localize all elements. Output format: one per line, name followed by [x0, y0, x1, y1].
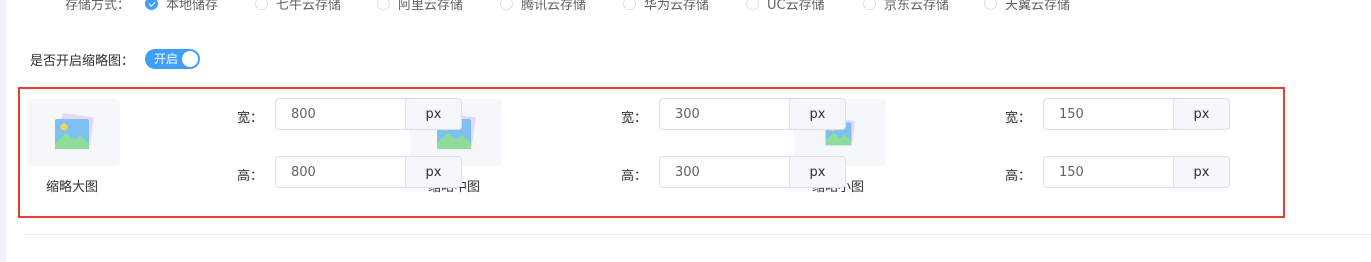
large-height-group: px [275, 156, 462, 188]
radio-icon [746, 0, 759, 10]
unit-suffix: px [789, 157, 845, 187]
thumbnail-enable-label: 是否开启缩略图： [30, 54, 135, 69]
radio-icon [984, 0, 997, 10]
switch-text: 开启 [154, 52, 179, 66]
medium-width-input[interactable] [660, 99, 789, 129]
small-width-input[interactable] [1044, 99, 1173, 129]
large-height-input[interactable] [276, 157, 405, 187]
radio-uc-storage[interactable]: UC云存储 [746, 0, 825, 13]
radio-qiniu-storage[interactable]: 七牛云存储 [255, 0, 341, 13]
radio-checked-icon [145, 0, 158, 10]
switch-knob [182, 51, 198, 67]
radio-label: UC云存储 [767, 0, 825, 13]
medium-height-label: 高： [621, 169, 648, 184]
small-height-group: px [1043, 156, 1230, 188]
unit-suffix: px [1173, 99, 1229, 129]
large-height-label: 高： [237, 169, 264, 184]
radio-icon [255, 0, 268, 10]
storage-method-row: 存储方式： 本地储存 七牛云存储 阿里云存储 腾讯云存储 华为云存储 UC云存储… [0, 0, 1371, 13]
section-divider [24, 234, 1371, 235]
large-width-input[interactable] [276, 99, 405, 129]
thumbnail-size-settings: 缩略大图 缩略中图 缩略小图 宽： px 高： px 宽： px 高： [18, 87, 1285, 218]
small-height-input[interactable] [1044, 157, 1173, 187]
large-width-group: px [275, 98, 462, 130]
radio-icon [377, 0, 390, 10]
radio-icon [500, 0, 513, 10]
radio-icon [623, 0, 636, 10]
unit-suffix: px [405, 157, 461, 187]
storage-method-label: 存储方式： [65, 0, 131, 13]
medium-width-group: px [659, 98, 846, 130]
large-width-label: 宽： [237, 111, 264, 126]
small-height-label: 高： [1005, 169, 1032, 184]
radio-huawei-storage[interactable]: 华为云存储 [623, 0, 709, 13]
unit-suffix: px [1173, 157, 1229, 187]
radio-label: 本地储存 [166, 0, 219, 13]
unit-suffix: px [405, 99, 461, 129]
medium-width-label: 宽： [621, 111, 648, 126]
left-edge [0, 0, 6, 262]
radio-jd-storage[interactable]: 京东云存储 [863, 0, 949, 13]
radio-label: 阿里云存储 [398, 0, 464, 13]
small-width-group: px [1043, 98, 1230, 130]
thumbnail-toggle-switch[interactable]: 开启 [145, 49, 200, 69]
radio-label: 七牛云存储 [276, 0, 342, 13]
radio-icon [863, 0, 876, 10]
small-width-label: 宽： [1005, 111, 1032, 126]
thumbnail-large-card[interactable] [28, 99, 120, 166]
radio-label: 天翼云存储 [1005, 0, 1071, 13]
radio-label: 腾讯云存储 [521, 0, 587, 13]
radio-tencent-storage[interactable]: 腾讯云存储 [500, 0, 586, 13]
image-icon [55, 112, 94, 149]
thumbnail-large-label: 缩略大图 [46, 180, 99, 195]
medium-height-input[interactable] [660, 157, 789, 187]
unit-suffix: px [789, 99, 845, 129]
radio-tianyi-storage[interactable]: 天翼云存储 [984, 0, 1070, 13]
radio-local-storage[interactable]: 本地储存 [145, 0, 218, 13]
radio-label: 京东云存储 [884, 0, 950, 13]
radio-aliyun-storage[interactable]: 阿里云存储 [377, 0, 463, 13]
medium-height-group: px [659, 156, 846, 188]
radio-label: 华为云存储 [644, 0, 710, 13]
